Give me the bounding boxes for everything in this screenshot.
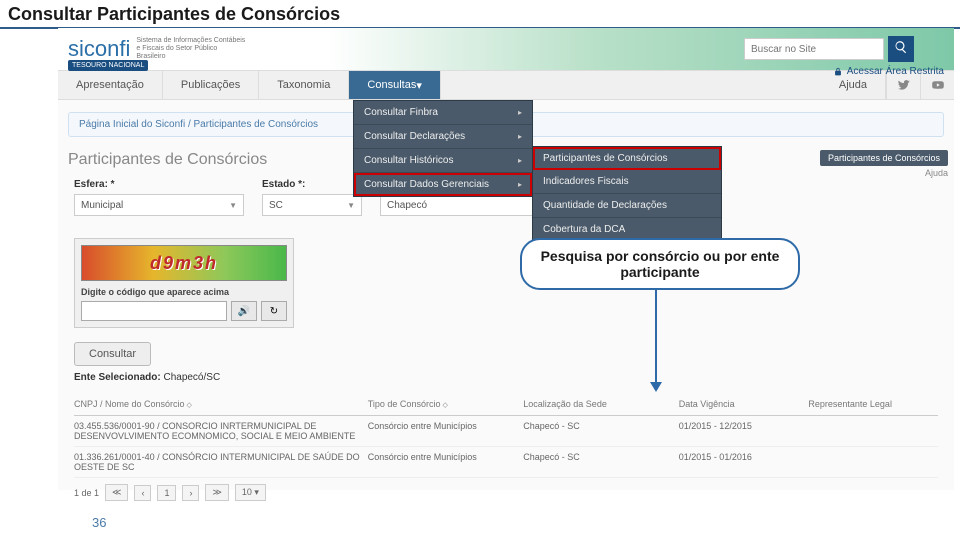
pager-info: 1 de 1 — [74, 488, 99, 498]
topbar: siconfi Sistema de Informações Contábeis… — [58, 28, 954, 70]
col-tipo[interactable]: Tipo de Consórcio◇ — [368, 399, 524, 409]
acessar-area-restrita-link[interactable]: Acessar Área Restrita — [833, 66, 944, 77]
captcha-image: d9m3h — [81, 245, 287, 281]
ente-selecionado: Ente Selecionado: Chapecó/SC — [74, 372, 938, 383]
dd-finbra[interactable]: Consultar Finbra▸ — [354, 101, 532, 125]
col-localizacao: Localização da Sede — [523, 399, 679, 409]
sort-icon: ◇ — [442, 402, 447, 409]
captcha-input[interactable] — [81, 301, 227, 321]
table-pager: 1 de 1 ≪ ‹ 1 › ≫ 10 ▾ — [74, 484, 938, 501]
audio-icon: 🔊 — [238, 306, 250, 317]
table-row: 03.455.536/0001-90 / CONSORCIO INRTERMUN… — [74, 416, 938, 447]
nav-taxonomia[interactable]: Taxonomia — [259, 71, 349, 99]
sm-indicadores-fiscais[interactable]: Indicadores Fiscais — [533, 170, 721, 194]
nav-consultas[interactable]: Consultas ▾ — [349, 71, 440, 99]
estado-label: Estado *: — [262, 179, 362, 190]
nav-publicacoes[interactable]: Publicações — [163, 71, 259, 99]
chevron-down-icon: ▼ — [229, 201, 237, 210]
search-icon — [894, 40, 908, 59]
main-nav: Apresentação Publicações Taxonomia Consu… — [58, 70, 954, 100]
annotation-callout: Pesquisa por consórcio ou por ente parti… — [520, 238, 800, 290]
slide-title: Consultar Participantes de Consórcios — [0, 0, 960, 29]
ajuda-link[interactable]: Ajuda — [925, 168, 948, 178]
chevron-right-icon: ▸ — [518, 156, 522, 165]
esfera-select[interactable]: Municipal▼ — [74, 194, 244, 216]
pager-next[interactable]: › — [182, 485, 199, 501]
chevron-right-icon: ▸ — [518, 108, 522, 117]
pager-first[interactable]: ≪ — [105, 484, 128, 501]
col-cnpj-nome[interactable]: CNPJ / Nome do Consórcio◇ — [74, 399, 368, 409]
dd-declaracoes[interactable]: Consultar Declarações▸ — [354, 125, 532, 149]
consultas-dropdown: Consultar Finbra▸ Consultar Declarações▸… — [353, 100, 533, 197]
app-frame: siconfi Sistema de Informações Contábeis… — [58, 28, 954, 490]
dados-gerenciais-submenu: Participantes de Consórcios Indicadores … — [532, 146, 722, 243]
col-vigencia: Data Vigência — [679, 399, 809, 409]
dd-historicos[interactable]: Consultar Históricos▸ — [354, 149, 532, 173]
page-context-badge: Participantes de Consórcios — [820, 150, 948, 166]
captcha-label: Digite o código que aparece acima — [81, 287, 287, 297]
site-search — [744, 36, 914, 62]
tesouro-badge: TESOURO NACIONAL — [68, 60, 148, 71]
table-header: CNPJ / Nome do Consórcio◇ Tipo de Consór… — [74, 393, 938, 416]
lock-icon — [833, 67, 843, 77]
chevron-down-icon: ▼ — [347, 201, 355, 210]
pager-prev[interactable]: ‹ — [134, 485, 151, 501]
chevron-right-icon: ▸ — [518, 180, 522, 189]
search-input[interactable] — [744, 38, 884, 60]
pager-size-select[interactable]: 10 ▾ — [235, 484, 266, 501]
siconfi-logo: siconfi — [58, 36, 136, 62]
pager-page[interactable]: 1 — [157, 485, 176, 501]
search-button[interactable] — [888, 36, 914, 62]
sm-quantidade-declaracoes[interactable]: Quantidade de Declarações — [533, 194, 721, 218]
pager-last[interactable]: ≫ — [205, 484, 228, 501]
sm-participantes-consorcios[interactable]: Participantes de Consórcios — [533, 147, 721, 170]
consultar-button[interactable]: Consultar — [74, 342, 151, 366]
table-row: 01.336.261/0001-40 / CONSÓRCIO INTERMUNI… — [74, 447, 938, 478]
logo-subtitle: Sistema de Informações Contábeis e Fisca… — [136, 37, 246, 60]
nav-spacer — [441, 71, 821, 99]
captcha-box: d9m3h Digite o código que aparece acima … — [74, 238, 294, 328]
esfera-label: Esfera: * — [74, 179, 244, 190]
nav-apresentacao[interactable]: Apresentação — [58, 71, 163, 99]
sort-icon: ◇ — [187, 402, 192, 409]
col-representante: Representante Legal — [808, 399, 938, 409]
refresh-icon: ↻ — [270, 306, 278, 317]
estado-select[interactable]: SC▼ — [262, 194, 362, 216]
captcha-audio-button[interactable]: 🔊 — [231, 301, 257, 321]
annotation-arrow — [655, 290, 657, 390]
dd-dados-gerenciais[interactable]: Consultar Dados Gerenciais▸ — [354, 173, 532, 196]
captcha-refresh-button[interactable]: ↻ — [261, 301, 287, 321]
chevron-right-icon: ▸ — [518, 132, 522, 141]
consorcios-table: CNPJ / Nome do Consórcio◇ Tipo de Consór… — [74, 393, 938, 478]
slide-page-number: 36 — [92, 515, 106, 530]
